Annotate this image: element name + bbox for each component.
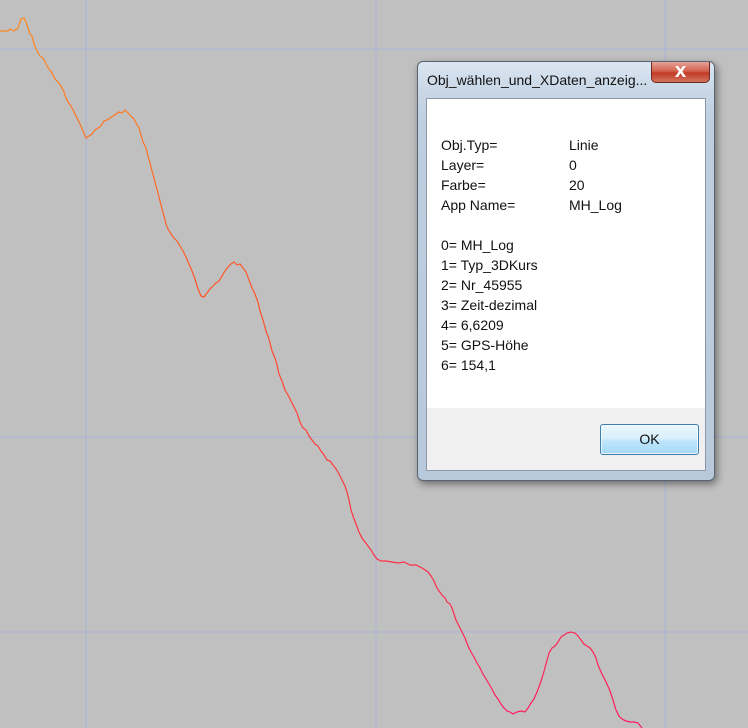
property-row: Farbe= 20 (441, 177, 585, 193)
property-key: Farbe= (441, 177, 486, 193)
xdata-line: 2= Nr_45955 (441, 277, 523, 293)
property-row: App Name= MH_Log (441, 197, 622, 213)
property-key: Obj.Typ= (441, 137, 498, 153)
xdata-line: 4= 6,6209 (441, 317, 504, 333)
close-button[interactable]: X (651, 62, 710, 83)
property-key: App Name= (441, 197, 516, 213)
dialog-message-area: Obj.Typ= Linie Layer= 0 Farbe= 20 App Name=… (427, 99, 705, 408)
property-key: Layer= (441, 157, 485, 173)
dialog-title: Obj_wählen_und_XDaten_anzeig... (427, 72, 648, 88)
xdata-line: 1= Typ_3DKurs (441, 257, 538, 273)
xdata-line: 0= MH_Log (441, 237, 514, 253)
ok-button[interactable]: OK (600, 424, 699, 455)
property-value: MH_Log (569, 197, 622, 213)
xdata-line: 6= 154,1 (441, 357, 496, 373)
close-icon: X (674, 63, 687, 81)
property-value: Linie (569, 137, 599, 153)
dialog-client-area: Obj.Typ= Linie Layer= 0 Farbe= 20 App Name=… (426, 98, 706, 471)
property-value: 0 (569, 157, 577, 173)
property-row: Layer= 0 (441, 157, 577, 173)
property-row: Obj.Typ= Linie (441, 137, 599, 153)
xdata-line: 3= Zeit-dezimal (441, 297, 538, 313)
message-dialog: Obj_wählen_und_XDaten_anzeig... X Obj.Ty… (417, 61, 715, 481)
xdata-line: 5= GPS-Höhe (441, 337, 529, 353)
property-value: 20 (569, 177, 585, 193)
